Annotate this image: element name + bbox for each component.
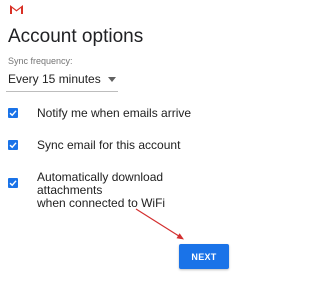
page-title: Account options — [8, 26, 144, 47]
notify-label: Notify me when emails arrive — [37, 106, 192, 120]
sync-email-label: Sync email for this account — [37, 138, 181, 152]
sync-frequency-dropdown[interactable]: Every 15 minutes — [6, 67, 118, 91]
auto-download-checkbox[interactable] — [8, 178, 18, 188]
checkmark-icon — [9, 180, 17, 187]
sync-frequency-label: Sync frequency: — [8, 56, 73, 66]
notify-checkbox[interactable] — [8, 108, 18, 118]
dropdown-arrow-icon — [108, 77, 116, 82]
checkmark-icon — [9, 110, 17, 117]
sync-email-checkbox[interactable] — [8, 140, 18, 150]
gmail-logo-icon — [10, 5, 23, 14]
next-button[interactable]: NEXT — [179, 244, 229, 269]
sync-frequency-value: Every 15 minutes — [8, 72, 101, 86]
auto-download-label: Automatically download attachments when … — [37, 170, 166, 210]
sync-dropdown-underline — [6, 91, 118, 92]
checkmark-icon — [9, 142, 17, 149]
